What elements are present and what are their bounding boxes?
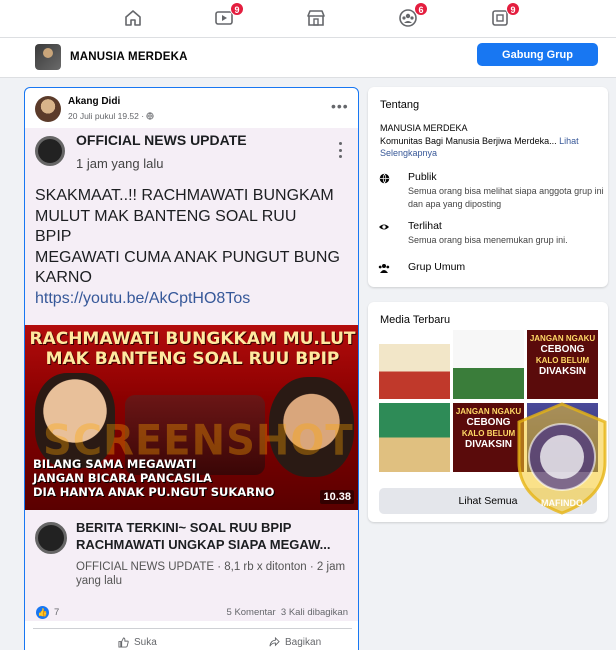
text-line: MEGAWATI CUMA ANAK PUNGUT BUNG — [35, 248, 340, 266]
public-title: Publik — [408, 171, 437, 183]
groups-badge: 6 — [414, 2, 428, 16]
group-name[interactable]: MANUSIA MERDEKA — [70, 51, 188, 63]
author-avatar[interactable] — [35, 96, 61, 122]
post-meta: 20 Juli pukul 19.52 · — [68, 111, 155, 121]
home-icon[interactable] — [122, 8, 144, 28]
about-description: MANUSIA MERDEKA Komunitas Bagi Manusia B… — [380, 122, 605, 160]
source-avatar — [35, 522, 67, 554]
media-thumbnail[interactable] — [453, 330, 524, 399]
media-thumbnail[interactable]: JANGAN NGAKU CEBONG KALO BELUM DIVAKSIN — [527, 330, 598, 399]
person-image — [35, 373, 115, 468]
media-tile-text: JANGAN NGAKU — [455, 407, 522, 416]
media-tile-text: JANGAN NGAKU — [529, 334, 596, 343]
media-tile-text: DIVAKSIN — [538, 366, 587, 377]
media-tile-text: KALO BELUM — [535, 356, 590, 365]
visible-subtitle: Semua orang bisa menemukan grup ini. — [408, 235, 568, 245]
recent-media-panel: Media Terbaru JANGAN NGAKU CEBONG KALO B… — [368, 302, 608, 522]
comment-count[interactable]: 5 Komentar — [227, 607, 276, 618]
groups-icon[interactable]: 6 — [397, 2, 428, 28]
like-reaction-icon[interactable]: 👍 — [36, 606, 49, 619]
thumbnail-caption: BILANG SAMA MEGAWATI JANGAN BICARA PANCA… — [33, 457, 274, 499]
caption-line: DIA HANYA ANAK PU.NGUT SUKARNO — [33, 485, 275, 499]
post-timestamp[interactable]: 20 Juli pukul 19.52 · — [68, 111, 146, 121]
media-title: Media Terbaru — [380, 314, 451, 326]
source-avatar — [35, 136, 65, 166]
media-thumbnail[interactable] — [379, 330, 450, 399]
media-tile-text: KALO BELUM — [461, 429, 516, 438]
public-subtitle: Semua orang bisa melihat siapa anggota g… — [408, 186, 604, 209]
share-count[interactable]: 3 Kali dibagikan — [281, 607, 348, 618]
top-navigation-bar: 9 6 9 — [0, 0, 616, 38]
marketplace-icon[interactable] — [305, 8, 327, 28]
caption-line: BILANG SAMA MEGAWATI — [33, 457, 197, 471]
text-line: BPIP — [35, 228, 72, 245]
media-tile-text: CEBONG — [540, 344, 585, 355]
media-thumbnail[interactable]: JANGAN NGAKU CEBONG KALO BELUM DIVAKSIN — [453, 403, 524, 472]
media-grid: JANGAN NGAKU CEBONG KALO BELUM DIVAKSIN … — [379, 330, 598, 472]
media-thumbnail[interactable] — [527, 403, 598, 472]
group-type: Grup Umum — [408, 261, 466, 273]
about-title: Tentang — [380, 99, 420, 111]
reactions-bar: 👍 7 5 Komentar 3 Kali dibagikan — [25, 603, 358, 623]
like-button[interactable]: Suka — [118, 637, 157, 648]
watch-icon[interactable]: 9 — [213, 2, 244, 28]
about-panel: Tentang MANUSIA MERDEKA Komunitas Bagi M… — [368, 87, 608, 287]
globe-icon — [378, 172, 390, 184]
more-options-icon[interactable]: ••• — [331, 98, 349, 114]
share-button[interactable]: Bagikan — [269, 637, 321, 648]
share-label: Bagikan — [285, 637, 322, 648]
text-line: KARNO — [35, 269, 92, 286]
shared-screenshot: OFFICIAL NEWS UPDATE 1 jam yang lalu SKA… — [25, 128, 358, 621]
caption-line: JANGAN BICARA PANCASILA — [33, 471, 212, 485]
person-image — [269, 377, 354, 477]
thumbnail-headline: RACHMAWATI BUNGKKAM MU.LUT MAK BANTENG S… — [25, 329, 358, 369]
post-card: Akang Didi 20 Juli pukul 19.52 · ••• OFF… — [24, 87, 359, 650]
headline-line: MAK BANTENG SOAL RUU BPIP — [45, 349, 340, 369]
video-title: BERITA TERKINI~ SOAL RUU BPIP RACHMAWATI… — [76, 520, 331, 552]
post-actions: Suka Bagikan — [33, 628, 352, 650]
video-duration: 10.38 — [320, 490, 354, 504]
post-author[interactable]: Akang Didi — [68, 96, 120, 107]
text-line: SKAKMAAT..!! RACHMAWATI BUNGKAM — [35, 187, 334, 204]
group-header: MANUSIA MERDEKA Gabung Grup — [0, 38, 616, 78]
see-all-button[interactable]: Lihat Semua — [379, 488, 597, 514]
visible-title: Terlihat — [408, 220, 442, 232]
source-time: 1 jam yang lalu — [76, 156, 164, 171]
globe-icon — [146, 112, 155, 120]
join-group-button[interactable]: Gabung Grup — [477, 43, 598, 66]
text-line: MULUT MAK BANTENG SOAL RUU — [35, 207, 297, 225]
thumbs-up-icon — [118, 637, 129, 648]
like-count[interactable]: 7 — [54, 607, 59, 618]
media-thumbnail[interactable] — [379, 403, 450, 472]
headline-line: RACHMAWATI BUNGKKAM MU.LUT — [29, 329, 356, 349]
like-label: Suka — [134, 637, 157, 648]
share-icon — [269, 637, 280, 647]
source-name: OFFICIAL NEWS UPDATE — [76, 132, 247, 148]
about-desc-line: Komunitas Bagi Manusia Berjiwa Merdeka..… — [380, 135, 557, 146]
eye-icon — [378, 221, 390, 233]
media-tile-text: DIVAKSIN — [464, 439, 513, 450]
kebab-menu-icon — [339, 142, 343, 158]
engagement-counts: 5 Komentar 3 Kali dibagikan — [227, 607, 348, 618]
media-tile-text: CEBONG — [466, 417, 511, 428]
video-thumbnail: RACHMAWATI BUNGKKAM MU.LUT MAK BANTENG S… — [25, 325, 358, 510]
youtube-link: https://youtu.be/AkCptHO8Tos — [35, 289, 251, 307]
watch-badge: 9 — [230, 2, 244, 16]
people-icon — [378, 262, 390, 274]
group-avatar[interactable] — [35, 44, 61, 70]
gaming-badge: 9 — [506, 2, 520, 16]
about-desc-line: MANUSIA MERDEKA — [380, 123, 468, 133]
shared-post-text: SKAKMAAT..!! RACHMAWATI BUNGKAM MULUT MA… — [35, 186, 355, 309]
video-meta: OFFICIAL NEWS UPDATE · 8,1 rb x ditonton… — [76, 561, 346, 587]
gaming-icon[interactable]: 9 — [489, 2, 520, 28]
